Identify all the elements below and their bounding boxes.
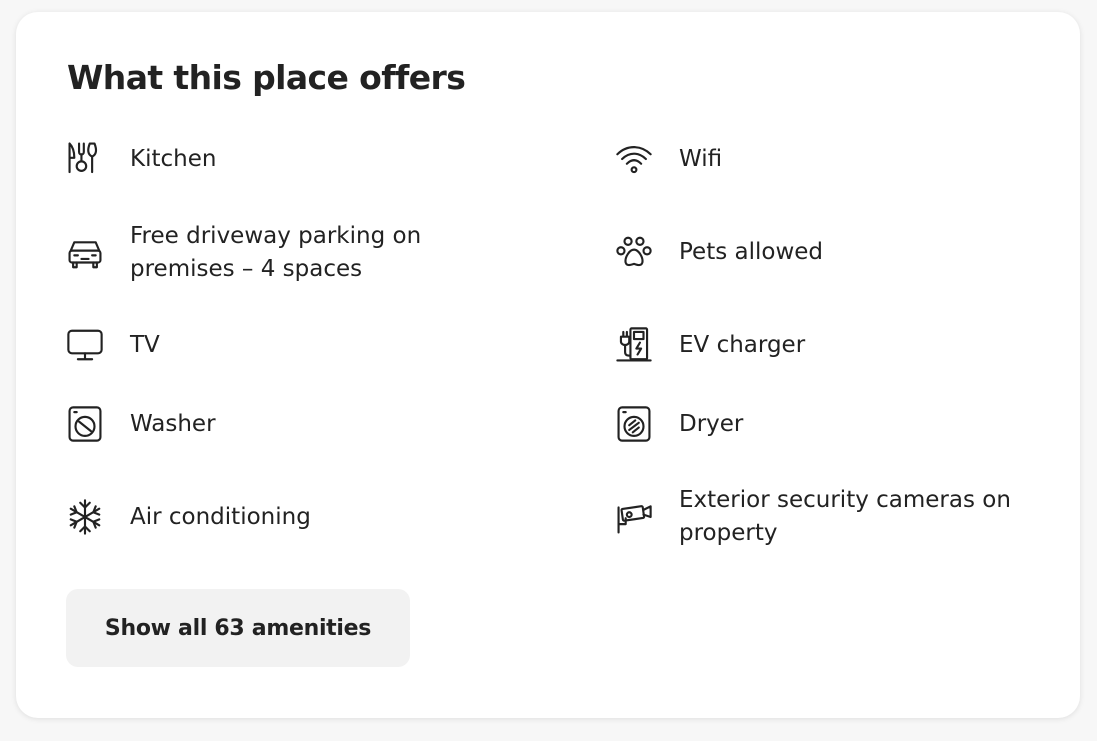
amenity-label: Washer [130, 410, 216, 437]
amenity-label: Dryer [679, 410, 744, 437]
amenity-ev-charger: EV charger [614, 325, 1059, 365]
tv-icon [65, 325, 105, 365]
washer-icon [65, 404, 105, 444]
amenity-parking: Free driveway parking on premises – 4 sp… [65, 220, 510, 286]
section-title: What this place offers [67, 58, 466, 97]
show-all-amenities-button[interactable]: Show all 63 amenities [66, 589, 410, 667]
amenity-label: TV [130, 331, 160, 358]
amenity-label: Pets allowed [679, 238, 824, 265]
amenity-security-cameras: Exterior security cameras on property [614, 484, 1059, 550]
amenity-label: Free driveway parking on premises – 4 sp… [130, 223, 422, 282]
wifi-icon [614, 139, 654, 179]
amenity-washer: Washer [65, 404, 510, 444]
amenity-air-conditioning: Air conditioning [65, 497, 510, 537]
dryer-icon [614, 404, 654, 444]
car-icon [65, 233, 105, 273]
security-camera-icon [614, 497, 654, 537]
amenity-label: Exterior security cameras on property [679, 487, 1011, 546]
amenity-kitchen: Kitchen [65, 139, 510, 179]
amenity-pets: Pets allowed [614, 232, 1059, 272]
kitchen-icon [65, 139, 105, 179]
amenity-label: Wifi [679, 145, 723, 172]
ev-charger-icon [614, 325, 654, 365]
amenities-card: What this place offers Kitchen Wifi Free… [16, 12, 1080, 718]
paw-icon [614, 232, 654, 272]
amenity-tv: TV [65, 325, 510, 365]
amenity-dryer: Dryer [614, 404, 1059, 444]
amenity-wifi: Wifi [614, 139, 1059, 179]
amenity-label: Kitchen [130, 145, 217, 172]
snowflake-icon [65, 497, 105, 537]
amenity-label: EV charger [679, 331, 806, 358]
amenity-label: Air conditioning [130, 503, 311, 530]
